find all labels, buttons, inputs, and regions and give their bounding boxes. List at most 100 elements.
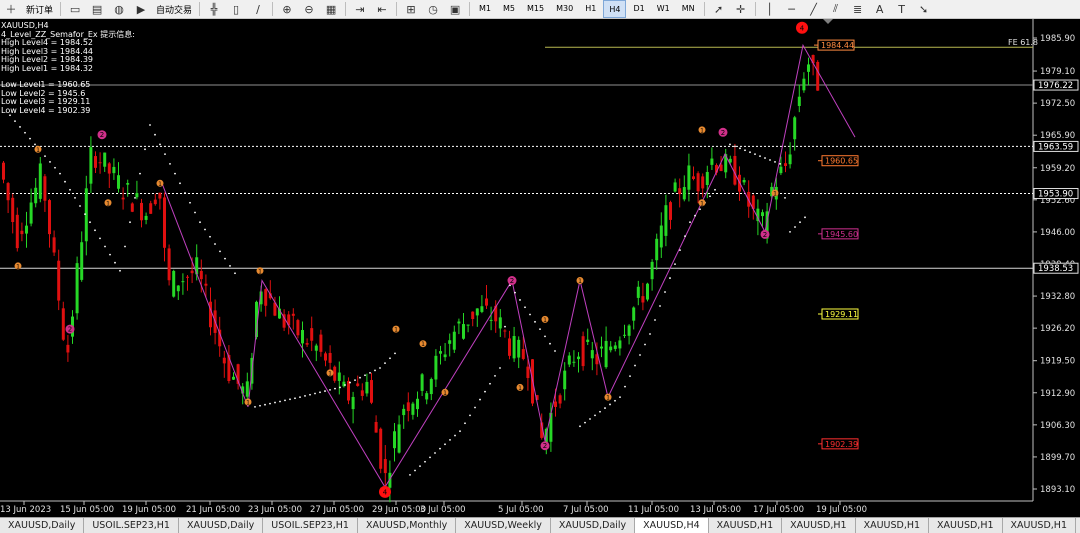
- candle-body: [20, 230, 24, 235]
- candle-body: [618, 340, 622, 349]
- candle-body: [554, 401, 557, 407]
- chart-shift-icon[interactable]: ⇥: [350, 1, 370, 17]
- candle-body: [347, 380, 350, 401]
- candle-body: [627, 325, 631, 336]
- dot-point: [54, 166, 56, 169]
- timeframe-mn[interactable]: MN: [677, 0, 700, 16]
- chart-tab[interactable]: XAUUSD,Daily: [0, 518, 85, 533]
- candle-body: [167, 248, 171, 281]
- candle-body: [623, 334, 626, 336]
- main-toolbar: ＋ 新订单 ▭ ▤ ◍ ▶ 自动交易 ╬ ▯ ∕ ⊕ ⊖ ▦ ⇥ ⇤ ⊞ ◷ ▣…: [0, 0, 1080, 19]
- timeframe-m15[interactable]: M15: [522, 0, 549, 16]
- time-tick-label: 19 Jun 05:00: [122, 505, 176, 515]
- auto-trade-icon[interactable]: ▶: [131, 1, 151, 17]
- dot-point: [589, 418, 591, 420]
- timeframe-m30[interactable]: M30: [551, 0, 578, 16]
- dot-point: [744, 149, 746, 152]
- dot-point: [294, 397, 296, 400]
- time-tick-label: 7 Jul 05:00: [563, 505, 609, 515]
- dot-point: [419, 465, 421, 468]
- arrows-icon[interactable]: ➘: [914, 1, 934, 17]
- chart-tab[interactable]: USOIL.SEP23,H1: [263, 518, 358, 533]
- chart-tab[interactable]: USOIL.SEP23,H1: [84, 518, 179, 533]
- period-clock-icon[interactable]: ◷: [423, 1, 443, 17]
- price-tick-label: 1919.50: [1040, 357, 1075, 367]
- chart-tab[interactable]: XAUUSD,Daily: [551, 518, 636, 533]
- globe-icon[interactable]: ◍: [109, 1, 129, 17]
- templates-icon[interactable]: ▣: [445, 1, 465, 17]
- dot-point: [279, 400, 281, 403]
- price-tick-label: 1906.30: [1040, 421, 1075, 431]
- tile-windows-icon[interactable]: ▦: [321, 1, 341, 17]
- dot-point: [129, 221, 131, 224]
- chart-window-icon[interactable]: ▤: [87, 1, 107, 17]
- candle-body: [420, 374, 424, 391]
- toolbar-separator: [199, 2, 201, 16]
- toolbar-separator: [396, 2, 398, 16]
- timeframe-d1[interactable]: D1: [628, 0, 649, 16]
- chart-tab[interactable]: XAUUSD,Weekly: [456, 518, 551, 533]
- horizontal-line-icon[interactable]: ─: [782, 1, 802, 17]
- candle-body: [301, 330, 304, 344]
- candle-body: [471, 311, 475, 320]
- candle-body: [793, 117, 797, 140]
- folder-icon[interactable]: ▭: [65, 1, 85, 17]
- dot-point: [324, 390, 326, 392]
- zoom-out-icon[interactable]: ⊖: [299, 1, 319, 17]
- dot-point: [384, 362, 386, 365]
- timeframe-m1[interactable]: M1: [474, 0, 496, 16]
- candle-body: [664, 205, 668, 236]
- chart-tab[interactable]: XAUUSD,Daily: [179, 518, 264, 533]
- dot-point: [614, 399, 616, 402]
- text-label-icon[interactable]: T: [892, 1, 912, 17]
- cursor-icon[interactable]: ➚: [709, 1, 729, 17]
- text-tool-icon[interactable]: A: [870, 1, 890, 17]
- trendline-icon[interactable]: ╱: [804, 1, 824, 17]
- indicators-icon[interactable]: ⊞: [401, 1, 421, 17]
- chart-tab[interactable]: XAUUSD,H4: [635, 518, 709, 533]
- equidistant-channel-icon[interactable]: ⫽: [826, 1, 846, 17]
- chart-tab[interactable]: XAUUSD,Monthly: [358, 518, 457, 533]
- dot-point: [449, 439, 451, 441]
- dot-point: [784, 196, 786, 199]
- price-tick-label: 1965.90: [1040, 131, 1075, 141]
- semafor-level-label: 1: [36, 147, 40, 154]
- vertical-line-icon[interactable]: │: [760, 1, 780, 17]
- candle-body: [452, 331, 456, 350]
- fibonacci-icon[interactable]: ≣: [848, 1, 868, 17]
- chart-area[interactable]: 1985.90 1979.10 1972.50 1965.90 1959.20 1952.…: [0, 19, 1080, 517]
- line-chart-icon[interactable]: ∕: [248, 1, 268, 17]
- new-order-icon[interactable]: ＋: [1, 1, 21, 17]
- zoom-in-icon[interactable]: ⊕: [277, 1, 297, 17]
- bar-chart-icon[interactable]: ╬: [204, 1, 224, 17]
- candle-body: [333, 366, 337, 381]
- chart-tab[interactable]: XAUUSD,H1: [1003, 518, 1076, 533]
- dot-point: [174, 172, 176, 175]
- dot-point: [729, 143, 731, 146]
- auto-trade-button[interactable]: 自动交易: [153, 1, 195, 17]
- new-order-button[interactable]: 新订单: [23, 1, 56, 17]
- crosshair-icon[interactable]: ✛: [731, 1, 751, 17]
- dot-point: [364, 374, 366, 377]
- candle-body: [2, 162, 5, 180]
- candle-body: [448, 340, 452, 344]
- chart-tab[interactable]: XAU: [1076, 518, 1080, 533]
- candle-body: [692, 176, 695, 179]
- timeframe-m5[interactable]: M5: [498, 0, 520, 16]
- timeframe-w1[interactable]: W1: [652, 0, 675, 16]
- price-mark-label: 1929.11: [825, 310, 858, 319]
- chart-tab[interactable]: XAUUSD,H1: [929, 518, 1003, 533]
- candle-body: [512, 336, 516, 359]
- chart-tab[interactable]: XAUUSD,H1: [709, 518, 783, 533]
- autoscroll-icon[interactable]: ⇤: [372, 1, 392, 17]
- candle-body: [61, 308, 65, 340]
- chart-tab[interactable]: XAUUSD,H1: [856, 518, 930, 533]
- price-chart[interactable]: 1985.901979.101972.501965.901959.201952.…: [0, 19, 1080, 517]
- dot-point: [709, 195, 711, 198]
- timeframe-h4[interactable]: H4: [603, 0, 627, 18]
- candle-body: [222, 357, 226, 364]
- chart-tab[interactable]: XAUUSD,H1: [782, 518, 856, 533]
- timeframe-group: M1 M5 M15 M30 H1 H4 D1 W1 MN: [473, 0, 701, 18]
- candle-chart-icon[interactable]: ▯: [226, 1, 246, 17]
- timeframe-h1[interactable]: H1: [580, 0, 601, 16]
